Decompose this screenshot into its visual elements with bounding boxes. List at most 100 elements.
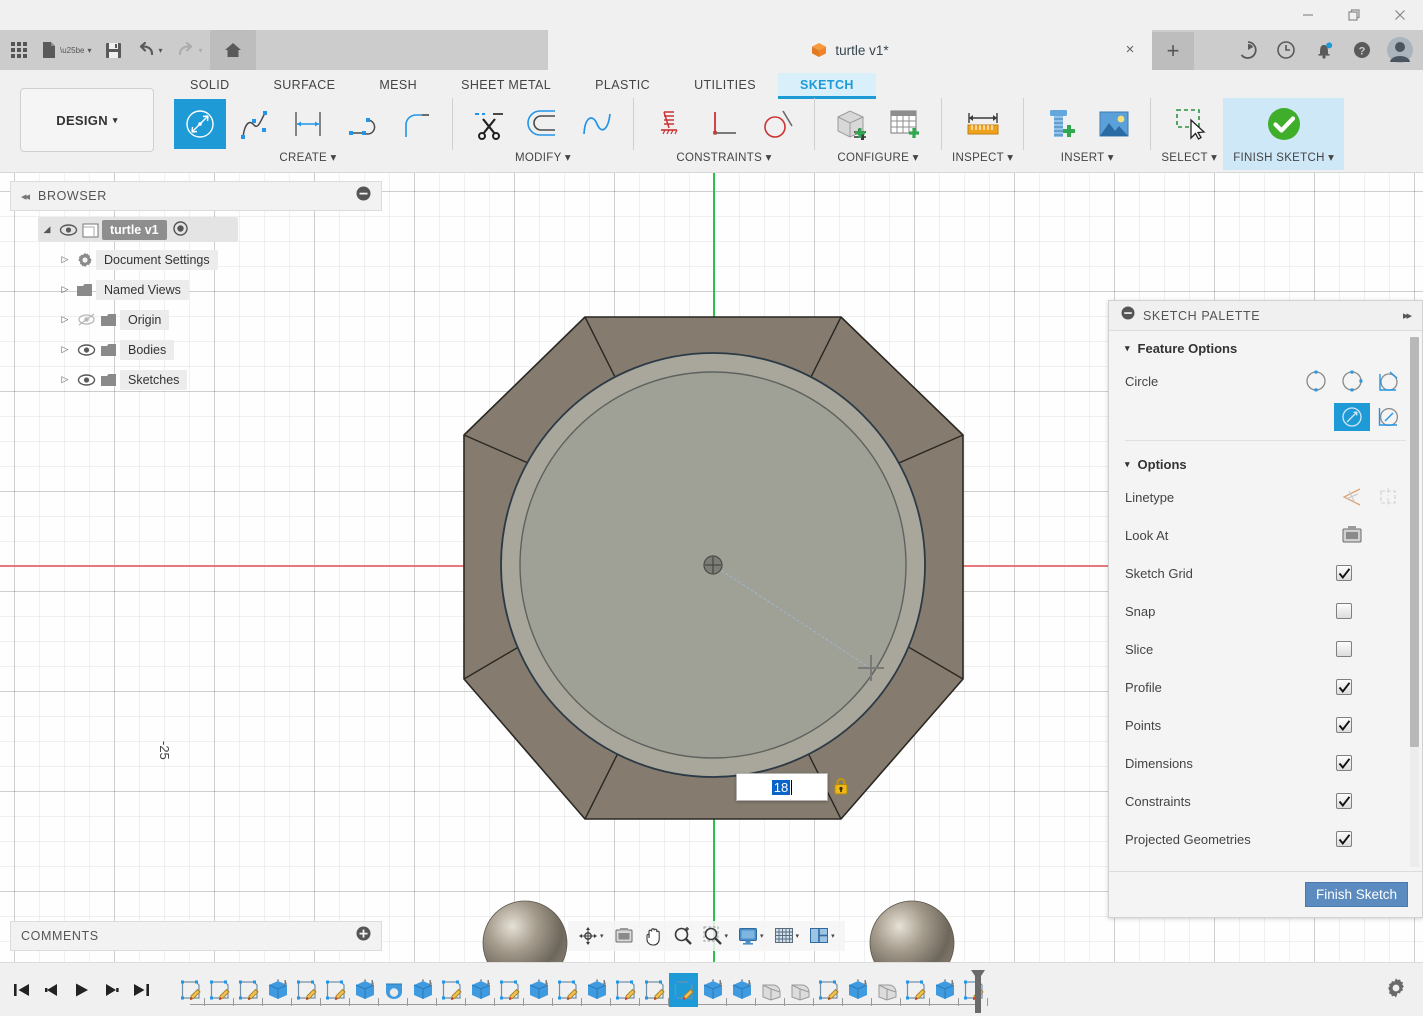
finish-sketch-check-icon[interactable] bbox=[1258, 99, 1310, 149]
timeline-feature-sketch[interactable] bbox=[495, 973, 524, 1007]
timeline-first-button[interactable] bbox=[12, 979, 32, 1001]
redo-button[interactable]: ▾ bbox=[170, 32, 210, 68]
browser-item-document-settings[interactable]: ▷ Document Settings bbox=[56, 247, 382, 272]
zoom-window-icon[interactable]: ▾ bbox=[699, 923, 733, 949]
zoom-magnifier-icon[interactable] bbox=[669, 923, 697, 949]
visibility-eye-hidden-icon[interactable] bbox=[74, 313, 98, 326]
browser-item-origin[interactable]: ▷ Origin bbox=[56, 307, 382, 332]
slice-checkbox[interactable] bbox=[1336, 641, 1352, 657]
timeline-feature-sketch[interactable] bbox=[437, 973, 466, 1007]
measure-ruler-icon[interactable] bbox=[957, 99, 1009, 149]
curvature-icon[interactable] bbox=[571, 99, 623, 149]
timeline-feature-sketch[interactable] bbox=[814, 973, 843, 1007]
expand-arrow-icon[interactable]: ▷ bbox=[56, 284, 74, 295]
timeline-feature-extrude[interactable] bbox=[524, 973, 553, 1007]
browser-minimize-icon[interactable] bbox=[356, 186, 371, 206]
palette-minimize-icon[interactable] bbox=[1121, 306, 1135, 325]
dimension-value[interactable]: 18 bbox=[771, 779, 791, 795]
timeline-feature-extrude[interactable] bbox=[698, 973, 727, 1007]
dimension-icon[interactable] bbox=[282, 99, 334, 149]
timeline-feature-extrude[interactable] bbox=[408, 973, 437, 1007]
timeline-feature-sketch[interactable] bbox=[669, 972, 698, 1007]
configure-table-icon[interactable] bbox=[879, 99, 931, 149]
timeline-feature-sketch[interactable] bbox=[321, 973, 350, 1007]
timeline-last-button[interactable] bbox=[132, 979, 152, 1001]
workspace-selector[interactable]: DESIGN ▾ bbox=[20, 88, 154, 152]
timeline-feature-sketch[interactable] bbox=[176, 973, 205, 1007]
timeline-feature-sketch[interactable] bbox=[553, 973, 582, 1007]
tab-plastic[interactable]: PLASTIC bbox=[573, 73, 672, 99]
viewports-icon[interactable]: ▾ bbox=[805, 923, 839, 949]
browser-item-sketches[interactable]: ▷ Sketches bbox=[56, 367, 382, 392]
fillet-icon[interactable] bbox=[390, 99, 442, 149]
tab-utilities[interactable]: UTILITIES bbox=[672, 73, 778, 99]
expand-arrow-icon[interactable]: ◢ bbox=[38, 224, 56, 235]
sketch-grid-checkbox[interactable] bbox=[1336, 565, 1352, 581]
tangent-icon[interactable] bbox=[752, 99, 804, 149]
component-activate-radio[interactable] bbox=[172, 220, 188, 239]
timeline-end-marker[interactable] bbox=[970, 969, 985, 1013]
construction-linetype-icon[interactable] bbox=[1334, 485, 1370, 509]
visibility-eye-icon[interactable] bbox=[56, 223, 80, 236]
timeline-feature-fillet[interactable] bbox=[785, 973, 814, 1007]
three-point-circle-icon[interactable] bbox=[1370, 369, 1406, 393]
timeline-feature-sketch[interactable] bbox=[901, 973, 930, 1007]
app-grid-button[interactable] bbox=[4, 32, 34, 68]
dimension-input[interactable]: 18 bbox=[736, 773, 828, 801]
expand-arrow-icon[interactable]: ▷ bbox=[56, 374, 74, 385]
offset-icon[interactable] bbox=[517, 99, 569, 149]
pan-hand-icon[interactable] bbox=[640, 923, 667, 949]
timeline-feature-extrude[interactable] bbox=[263, 973, 292, 1007]
visibility-eye-icon[interactable] bbox=[74, 373, 98, 386]
configure-box-icon[interactable] bbox=[825, 99, 877, 149]
timeline-feature-sketch[interactable] bbox=[205, 973, 234, 1007]
browser-item-named-views[interactable]: ▷ Named Views bbox=[56, 277, 382, 302]
insert-image-icon[interactable] bbox=[1088, 99, 1140, 149]
timeline-feature-sketch[interactable] bbox=[234, 973, 263, 1007]
visibility-eye-icon[interactable] bbox=[74, 343, 98, 356]
projected-geometries-checkbox[interactable] bbox=[1336, 831, 1352, 847]
tab-sheet-metal[interactable]: SHEET METAL bbox=[439, 73, 573, 99]
palette-expand-icon[interactable]: ▸▸ bbox=[1403, 309, 1412, 322]
comments-panel[interactable]: COMMENTS bbox=[10, 921, 382, 951]
arc-icon[interactable] bbox=[336, 99, 388, 149]
add-comment-icon[interactable] bbox=[356, 926, 371, 946]
trim-scissors-icon[interactable] bbox=[463, 99, 515, 149]
fix-constraint-icon[interactable] bbox=[644, 99, 696, 149]
insert-mcmaster-icon[interactable] bbox=[1034, 99, 1086, 149]
finish-sketch-button[interactable]: Finish Sketch bbox=[1304, 882, 1408, 907]
timeline-feature-fillet[interactable] bbox=[756, 973, 785, 1007]
help-icon[interactable]: ? bbox=[1345, 33, 1379, 67]
center-diameter-circle-icon[interactable] bbox=[1298, 369, 1334, 393]
dimensions-checkbox[interactable] bbox=[1336, 755, 1352, 771]
perpendicular-icon[interactable] bbox=[698, 99, 750, 149]
new-file-button[interactable]: \u25be ▾ bbox=[34, 32, 98, 68]
restore-icon[interactable] bbox=[1331, 0, 1377, 30]
home-button[interactable] bbox=[209, 30, 256, 70]
tab-mesh[interactable]: MESH bbox=[357, 73, 439, 99]
timeline-feature-extrude[interactable] bbox=[466, 973, 495, 1007]
save-button[interactable] bbox=[98, 32, 129, 68]
display-settings-icon[interactable]: ▾ bbox=[734, 923, 768, 949]
section-header-options[interactable]: ▾ Options bbox=[1109, 447, 1422, 478]
lock-icon[interactable] bbox=[833, 777, 849, 795]
gear-icon[interactable] bbox=[1385, 977, 1409, 1001]
timeline-feature-sketch[interactable] bbox=[292, 973, 321, 1007]
constraints-checkbox[interactable] bbox=[1336, 793, 1352, 809]
timeline-next-button[interactable] bbox=[102, 979, 122, 1001]
timeline-feature-revolve[interactable] bbox=[379, 973, 408, 1007]
undo-button[interactable]: ▾ bbox=[129, 32, 169, 68]
timeline-feature-extrude[interactable] bbox=[582, 973, 611, 1007]
tab-sketch[interactable]: SKETCH bbox=[778, 73, 876, 99]
select-window-icon[interactable] bbox=[1163, 99, 1215, 149]
recent-clock-icon[interactable] bbox=[1269, 33, 1303, 67]
timeline-feature-extrude[interactable] bbox=[843, 973, 872, 1007]
expand-arrow-icon[interactable]: ▷ bbox=[56, 254, 74, 265]
notifications-bell-icon[interactable] bbox=[1307, 33, 1341, 67]
circle-sketch-icon[interactable] bbox=[174, 99, 226, 149]
spline-icon[interactable] bbox=[228, 99, 280, 149]
close-document-tab-icon[interactable]: × bbox=[1122, 42, 1138, 58]
orbit-icon[interactable]: ▾ bbox=[574, 923, 608, 949]
timeline-feature-extrude[interactable] bbox=[727, 973, 756, 1007]
job-status-icon[interactable] bbox=[1231, 33, 1265, 67]
